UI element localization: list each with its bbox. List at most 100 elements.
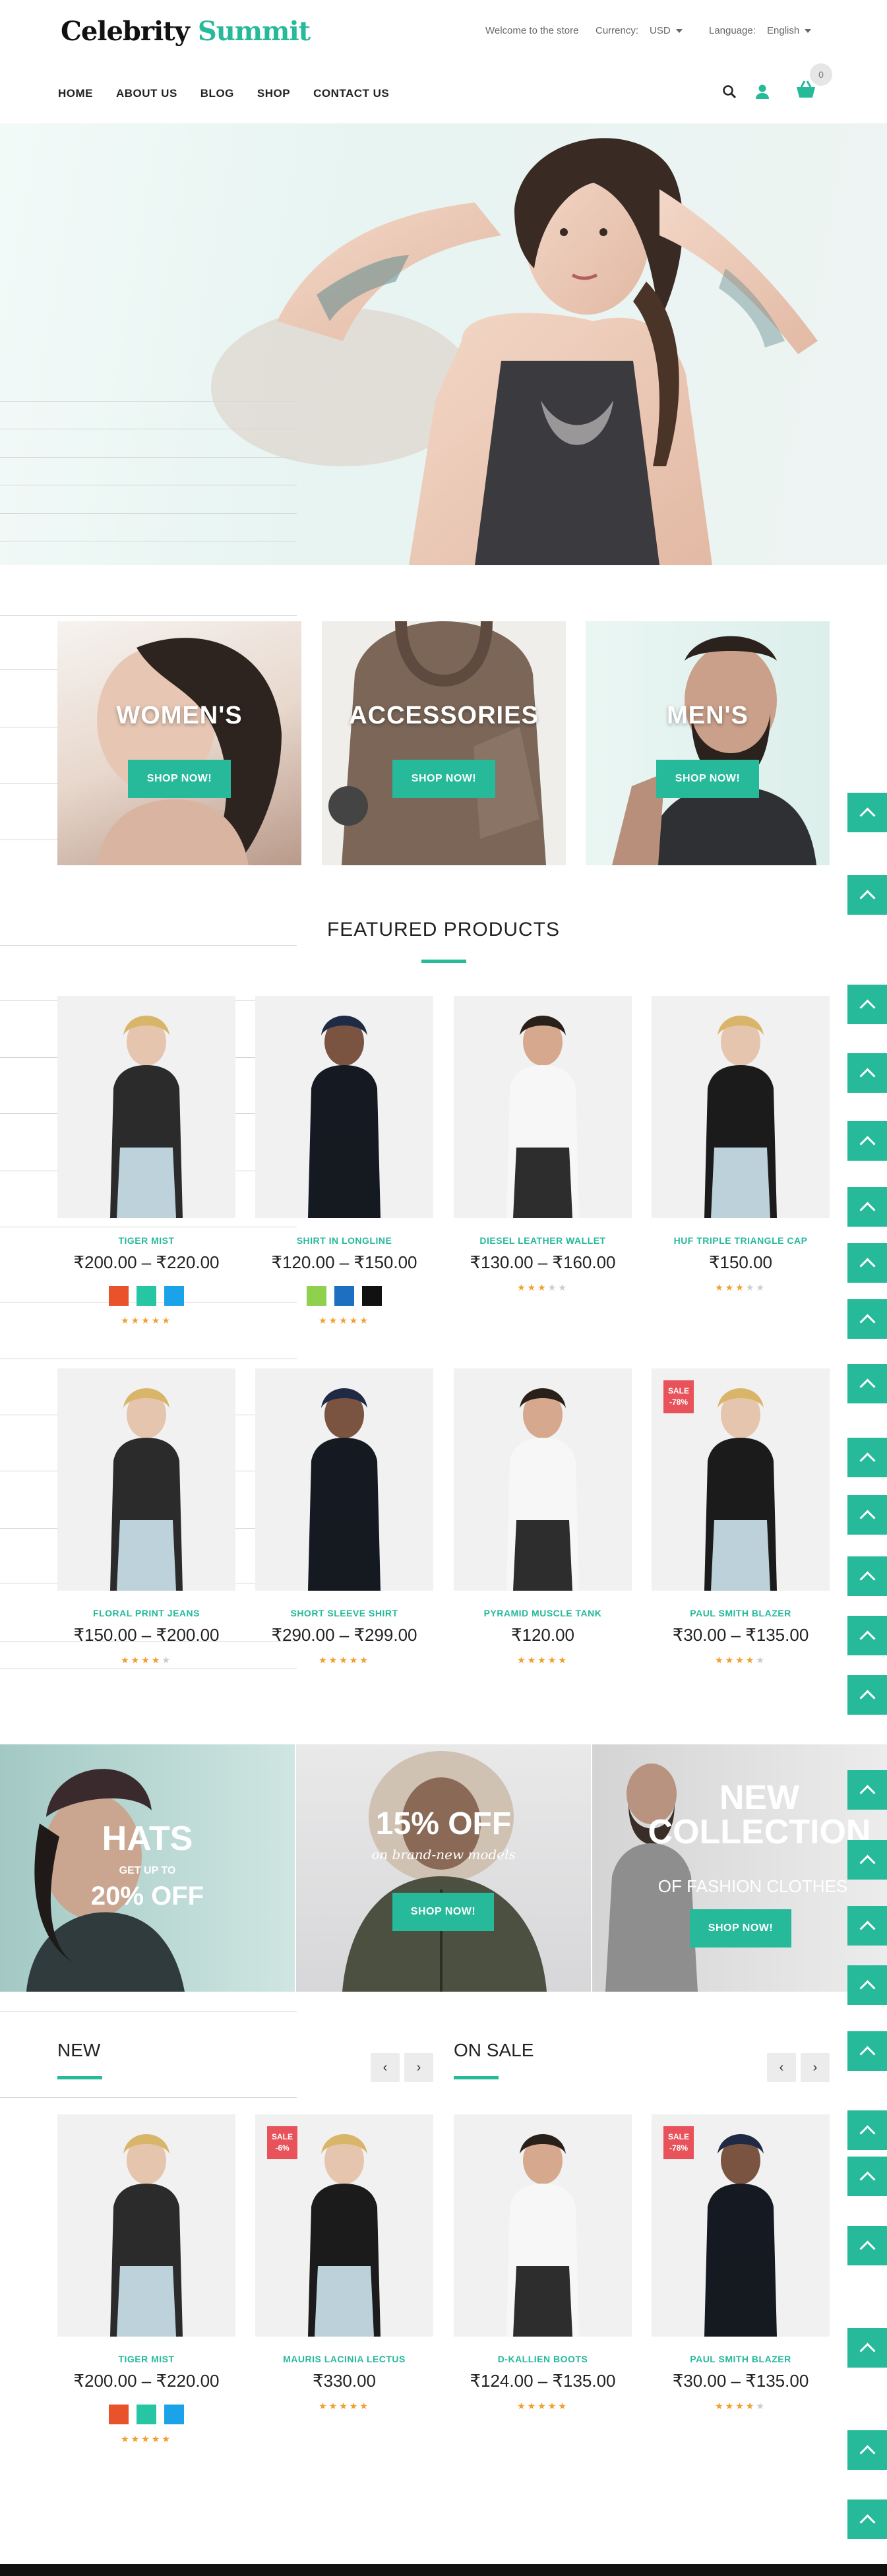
product-card[interactable]: SALE -78% PAUL SMITH BLAZER ₹30.00 – ₹135.0… (652, 2114, 830, 2412)
scroll-up-button[interactable] (847, 2430, 887, 2470)
scroll-up-button[interactable] (847, 1556, 887, 1596)
product-card[interactable]: SHIRT IN LONGLINE ₹120.00 – ₹150.00 ★★★★★ (255, 996, 433, 1326)
product-name[interactable]: MAURIS LACINIA LECTUS (255, 2354, 433, 2364)
user-icon[interactable] (755, 84, 770, 100)
product-name[interactable]: D-KALLIEN BOOTS (454, 2354, 632, 2364)
product-name[interactable]: PAUL SMITH BLAZER (652, 1608, 830, 1618)
product-name[interactable]: PAUL SMITH BLAZER (652, 2354, 830, 2364)
product-card[interactable]: HUF TRIPLE TRIANGLE CAP ₹150.00 ★★★★★ (652, 996, 830, 1293)
scroll-up-button[interactable] (847, 2110, 887, 2150)
shop-now-button[interactable]: SHOP NOW! (690, 1909, 791, 1947)
product-card[interactable]: SHORT SLEEVE SHIRT ₹290.00 – ₹299.00 ★★★★★ (255, 1368, 433, 1666)
product-card[interactable]: SALE -78% PAUL SMITH BLAZER ₹30.00 – ₹135.0… (652, 1368, 830, 1666)
product-card[interactable]: PYRAMID MUSCLE TANK ₹120.00 ★★★★★ (454, 1368, 632, 1666)
color-swatch[interactable] (362, 1286, 382, 1306)
scroll-up-button[interactable] (847, 793, 887, 832)
nav-item-home[interactable]: HOME (58, 87, 93, 100)
nav-item-contact[interactable]: CONTACT US (313, 87, 389, 100)
language-label: Language: (709, 25, 756, 36)
product-card[interactable]: TIGER MIST ₹200.00 – ₹220.00 ★★★★★ (57, 2114, 235, 2445)
scroll-up-button[interactable] (847, 2499, 887, 2539)
color-swatch[interactable] (164, 2405, 184, 2424)
promo-banner-hats[interactable]: HATS GET UP TO 20% OFF (0, 1744, 295, 1992)
category-accessories[interactable]: ACCESSORIES SHOP NOW! (322, 621, 566, 865)
product-name[interactable]: FLORAL PRINT JEANS (57, 1608, 235, 1618)
scroll-up-button[interactable] (847, 1364, 887, 1403)
language-select[interactable]: English (767, 25, 812, 36)
nav-item-blog[interactable]: BLOG (200, 87, 234, 100)
color-swatch[interactable] (164, 1286, 184, 1306)
scroll-up-button[interactable] (847, 875, 887, 915)
scroll-up-button[interactable] (847, 1965, 887, 2005)
scroll-up-button[interactable] (847, 1243, 887, 1283)
scroll-up-button[interactable] (847, 985, 887, 1024)
shop-now-button[interactable]: SHOP NOW! (392, 1893, 494, 1931)
product-image-wrap[interactable] (57, 996, 235, 1218)
product-price: ₹30.00 – ₹135.00 (672, 1625, 809, 1645)
scroll-up-button[interactable] (847, 1616, 887, 1655)
scroll-up-button[interactable] (847, 1495, 887, 1535)
product-name[interactable]: HUF TRIPLE TRIANGLE CAP (652, 1235, 830, 1246)
product-name[interactable]: TIGER MIST (57, 2354, 235, 2364)
color-swatch[interactable] (334, 1286, 354, 1306)
product-image-wrap[interactable] (255, 1368, 433, 1591)
product-image-wrap[interactable]: SALE -78% (652, 1368, 830, 1591)
prev-arrow-button[interactable]: ‹ (371, 2053, 400, 2082)
product-card[interactable]: SALE -6% MAURIS LACINIA LECTUS ₹330.00 ★★★★★ (255, 2114, 433, 2412)
shop-now-button[interactable]: SHOP NOW! (392, 760, 495, 798)
search-icon[interactable] (722, 84, 737, 99)
product-name[interactable]: PYRAMID MUSCLE TANK (454, 1608, 632, 1618)
scroll-up-button[interactable] (847, 2226, 887, 2265)
product-image-wrap[interactable]: SALE -6% (255, 2114, 433, 2337)
product-image-wrap[interactable] (57, 1368, 235, 1591)
banner-sub: GET UP TO (119, 1865, 176, 1876)
divider-line (0, 2011, 297, 2012)
currency-select[interactable]: USD (650, 25, 683, 36)
nav-item-shop[interactable]: SHOP (257, 87, 290, 100)
category-womens[interactable]: WOMEN'S SHOP NOW! (57, 621, 301, 865)
prev-arrow-button[interactable]: ‹ (767, 2053, 796, 2082)
scroll-up-button[interactable] (847, 1438, 887, 1477)
color-swatch[interactable] (307, 1286, 326, 1306)
color-swatch[interactable] (137, 2405, 156, 2424)
product-image-wrap[interactable] (454, 1368, 632, 1591)
shop-now-button[interactable]: SHOP NOW! (656, 760, 759, 798)
promo-banner-collection[interactable]: NEW COLLECTION OF FASHION CLOTHES SHOP N… (592, 1744, 887, 1992)
scroll-up-button[interactable] (847, 1770, 887, 1810)
product-image-wrap[interactable] (652, 996, 830, 1218)
product-name[interactable]: DIESEL LEATHER WALLET (454, 1235, 632, 1246)
nav-item-about[interactable]: ABOUT US (116, 87, 177, 100)
product-card[interactable]: TIGER MIST ₹200.00 – ₹220.00 ★★★★★ (57, 996, 235, 1326)
site-logo[interactable]: Celebrity Summit (61, 16, 311, 47)
scroll-up-button[interactable] (847, 1187, 887, 1227)
scroll-up-button[interactable] (847, 1053, 887, 1093)
scroll-up-button[interactable] (847, 2031, 887, 2071)
product-image-wrap[interactable]: SALE -78% (652, 2114, 830, 2337)
promo-banner-sale[interactable]: 15% OFF on brand-new models SHOP NOW! (296, 1744, 591, 1992)
product-name[interactable]: SHORT SLEEVE SHIRT (255, 1608, 433, 1618)
scroll-up-button[interactable] (847, 1675, 887, 1715)
product-image-wrap[interactable] (454, 996, 632, 1218)
next-arrow-button[interactable]: › (404, 2053, 433, 2082)
product-image-wrap[interactable] (57, 2114, 235, 2337)
scroll-up-button[interactable] (847, 1906, 887, 1946)
product-card[interactable]: D-KALLIEN BOOTS ₹124.00 – ₹135.00 ★★★★★ (454, 2114, 632, 2412)
scroll-up-button[interactable] (847, 1840, 887, 1880)
product-image-wrap[interactable] (454, 2114, 632, 2337)
product-name[interactable]: TIGER MIST (57, 1235, 235, 1246)
product-image (57, 2114, 235, 2337)
product-card[interactable]: DIESEL LEATHER WALLET ₹130.00 – ₹160.00 ★★… (454, 996, 632, 1293)
category-mens[interactable]: MEN'S SHOP NOW! (586, 621, 830, 865)
product-card[interactable]: FLORAL PRINT JEANS ₹150.00 – ₹200.00 ★★★★★ (57, 1368, 235, 1666)
product-image-wrap[interactable] (255, 996, 433, 1218)
shop-now-button[interactable]: SHOP NOW! (128, 760, 231, 798)
product-name[interactable]: SHIRT IN LONGLINE (255, 1235, 433, 1246)
color-swatch[interactable] (109, 2405, 129, 2424)
color-swatch[interactable] (109, 1286, 129, 1306)
scroll-up-button[interactable] (847, 2328, 887, 2368)
color-swatch[interactable] (137, 1286, 156, 1306)
next-arrow-button[interactable]: › (801, 2053, 830, 2082)
scroll-up-button[interactable] (847, 2157, 887, 2196)
scroll-up-button[interactable] (847, 1299, 887, 1339)
scroll-up-button[interactable] (847, 1121, 887, 1161)
